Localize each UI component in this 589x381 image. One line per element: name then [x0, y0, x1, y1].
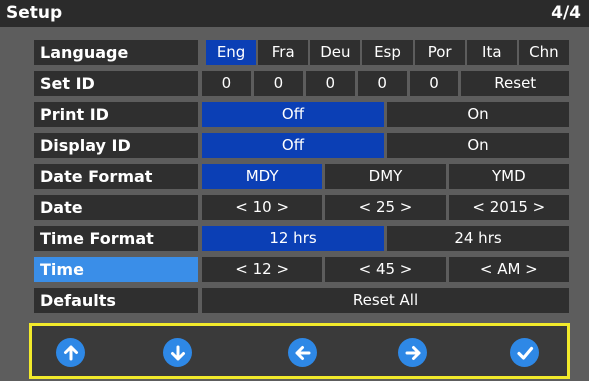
time-ampm-stepper[interactable]: < AM > — [448, 257, 569, 282]
right-button[interactable] — [398, 338, 427, 367]
print-id-options: Off On — [202, 102, 569, 127]
option-chn[interactable]: Chn — [518, 40, 569, 65]
set-id-digit-4[interactable]: 0 — [357, 71, 407, 96]
page-title: Setup — [6, 3, 63, 23]
option-fra[interactable]: Fra — [258, 40, 309, 65]
confirm-button[interactable] — [510, 338, 539, 367]
display-id-options: Off On — [202, 133, 569, 158]
set-id-digit-3[interactable]: 0 — [305, 71, 355, 96]
row-language: Language Eng Fra Deu Esp Por Ita Chn — [34, 40, 569, 65]
down-button[interactable] — [163, 338, 192, 367]
arrow-down-icon — [170, 345, 185, 360]
arrow-right-icon — [405, 345, 420, 360]
set-id-digit-1[interactable]: 0 — [202, 71, 251, 96]
print-id-on[interactable]: On — [387, 102, 569, 127]
set-id-digit-2[interactable]: 0 — [253, 71, 303, 96]
time-format-24hrs[interactable]: 24 hrs — [387, 226, 569, 251]
set-id-digit-5[interactable]: 0 — [409, 71, 459, 96]
reset-all-button[interactable]: Reset All — [202, 288, 569, 313]
row-print-id: Print ID Off On — [34, 102, 569, 127]
label-date-format: Date Format — [34, 164, 198, 189]
time-format-options: 12 hrs 24 hrs — [202, 226, 569, 251]
row-date-format: Date Format MDY DMY YMD — [34, 164, 569, 189]
option-por[interactable]: Por — [414, 40, 465, 65]
page-indicator: 4/4 — [551, 3, 581, 23]
arrow-up-icon — [63, 345, 78, 360]
date-format-dmy[interactable]: DMY — [325, 164, 446, 189]
row-date: Date < 10 > < 25 > < 2015 > — [34, 195, 569, 220]
print-id-off[interactable]: Off — [202, 102, 384, 127]
check-icon — [516, 346, 533, 360]
language-options: Eng Fra Deu Esp Por Ita Chn — [206, 40, 569, 65]
set-id-options: 0 0 0 0 0 Reset — [202, 71, 570, 96]
label-display-id: Display ID — [34, 133, 198, 158]
navigation-bar — [29, 323, 570, 379]
up-button[interactable] — [56, 338, 85, 367]
label-set-id: Set ID — [34, 71, 198, 96]
label-defaults: Defaults — [34, 288, 198, 313]
row-defaults: Defaults Reset All — [34, 288, 569, 313]
defaults-options: Reset All — [202, 288, 569, 313]
option-deu[interactable]: Deu — [310, 40, 361, 65]
header-bar: Setup 4/4 — [0, 0, 589, 27]
time-format-12hrs[interactable]: 12 hrs — [202, 226, 384, 251]
label-date: Date — [34, 195, 198, 220]
setup-screen: Setup 4/4 Language Eng Fra Deu Esp Por I… — [0, 0, 589, 381]
time-options: < 12 > < 45 > < AM > — [202, 257, 569, 282]
label-time-format: Time Format — [34, 226, 198, 251]
row-time: Time < 12 > < 45 > < AM > — [34, 257, 569, 282]
label-time: Time — [34, 257, 198, 282]
display-id-off[interactable]: Off — [202, 133, 384, 158]
date-format-ymd[interactable]: YMD — [448, 164, 569, 189]
label-print-id: Print ID — [34, 102, 198, 127]
row-set-id: Set ID 0 0 0 0 0 Reset — [34, 71, 570, 96]
left-button[interactable] — [288, 338, 317, 367]
option-ita[interactable]: Ita — [466, 40, 517, 65]
set-id-reset-button[interactable]: Reset — [461, 71, 570, 96]
date-format-mdy[interactable]: MDY — [202, 164, 323, 189]
date-day-stepper[interactable]: < 25 > — [325, 195, 446, 220]
row-display-id: Display ID Off On — [34, 133, 569, 158]
date-year-stepper[interactable]: < 2015 > — [448, 195, 569, 220]
display-id-on[interactable]: On — [387, 133, 569, 158]
option-esp[interactable]: Esp — [362, 40, 413, 65]
date-month-stepper[interactable]: < 10 > — [202, 195, 323, 220]
option-eng[interactable]: Eng — [206, 40, 257, 65]
arrow-left-icon — [295, 345, 310, 360]
time-hour-stepper[interactable]: < 12 > — [202, 257, 323, 282]
date-options: < 10 > < 25 > < 2015 > — [202, 195, 569, 220]
row-time-format: Time Format 12 hrs 24 hrs — [34, 226, 569, 251]
date-format-options: MDY DMY YMD — [202, 164, 569, 189]
time-minute-stepper[interactable]: < 45 > — [325, 257, 446, 282]
label-language: Language — [34, 40, 198, 65]
